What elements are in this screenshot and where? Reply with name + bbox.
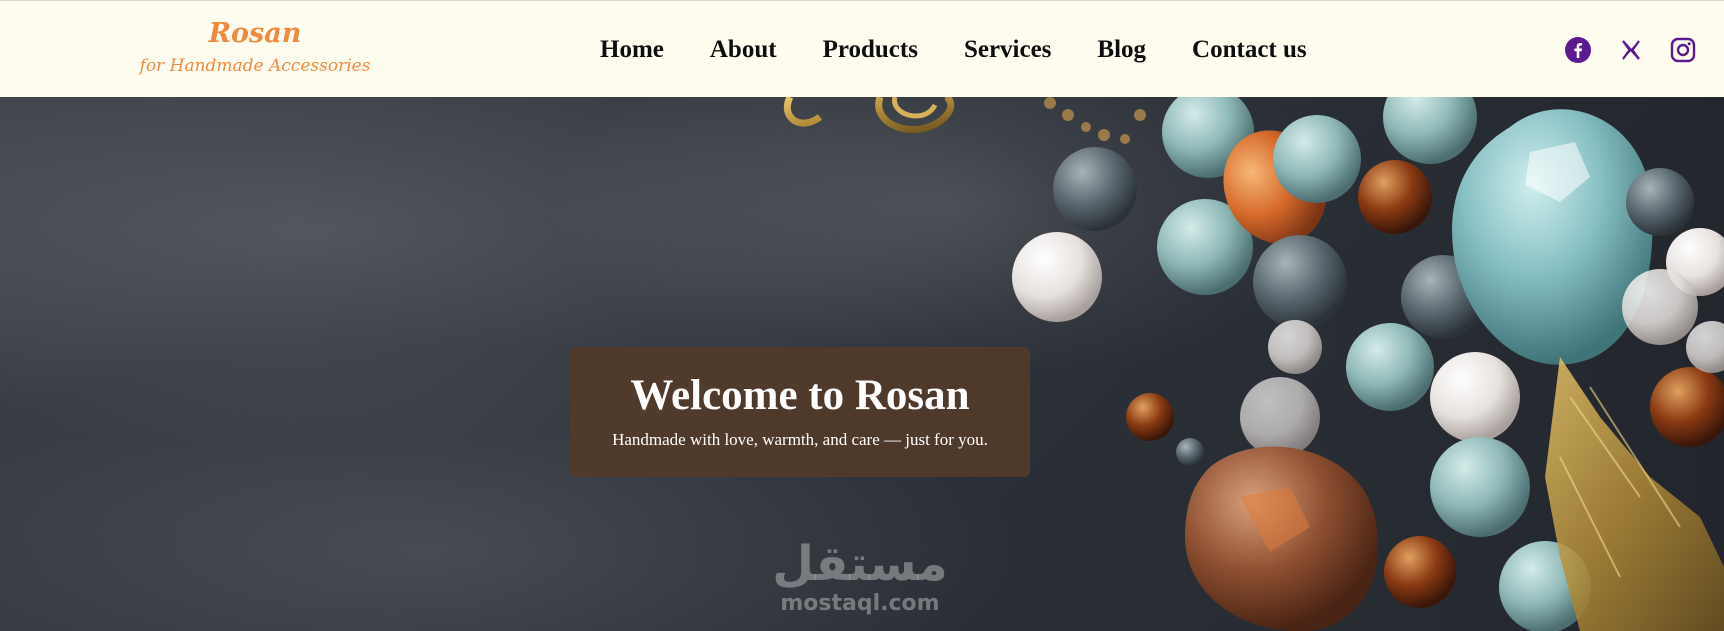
hero-section: Welcome to Rosan Handmade with love, war… bbox=[0, 97, 1724, 631]
nav-home[interactable]: Home bbox=[600, 36, 664, 64]
hero-title: Welcome to Rosan bbox=[630, 372, 970, 419]
nav-contact[interactable]: Contact us bbox=[1192, 36, 1307, 64]
site-header: Rosan for Handmade Accessories Home Abou… bbox=[0, 0, 1724, 97]
brand-tagline: for Handmade Accessories bbox=[139, 56, 371, 76]
welcome-box: Welcome to Rosan Handmade with love, war… bbox=[570, 347, 1030, 477]
hero-subtitle: Handmade with love, warmth, and care — j… bbox=[612, 430, 988, 449]
nav-products[interactable]: Products bbox=[823, 36, 918, 64]
watermark-arabic: مستقل bbox=[772, 536, 948, 592]
nav-blog[interactable]: Blog bbox=[1097, 36, 1146, 64]
instagram-icon[interactable] bbox=[1670, 37, 1696, 63]
nav-about[interactable]: About bbox=[710, 36, 777, 64]
facebook-icon[interactable] bbox=[1565, 37, 1591, 63]
watermark-url: mostaql.com bbox=[780, 591, 940, 616]
logo[interactable]: Rosan for Handmade Accessories bbox=[130, 17, 380, 78]
mostaql-watermark: مستقل mostaql.com bbox=[770, 537, 950, 617]
brand-name: Rosan bbox=[208, 18, 302, 49]
main-nav: Home About Products Services Blog Contac… bbox=[600, 1, 1307, 98]
nav-services[interactable]: Services bbox=[964, 36, 1051, 64]
x-icon[interactable] bbox=[1618, 37, 1644, 63]
